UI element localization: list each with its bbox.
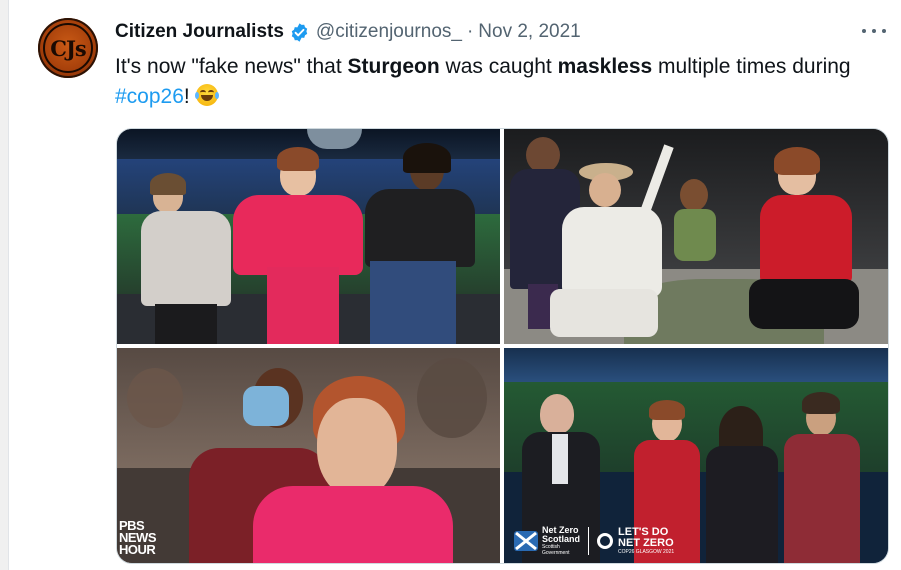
left-divider [8, 0, 9, 570]
tweet-text-segment: was caught [439, 55, 558, 78]
tweet-text-bold-maskless: maskless [557, 55, 653, 78]
pbs-logo-line-3: HOUR [119, 542, 156, 557]
saltire-flag-icon [514, 531, 538, 551]
cop26-glasgow-label: COP26 GLASGOW 2021 [618, 549, 675, 555]
photo-2[interactable] [504, 129, 888, 344]
handle[interactable]: @citizenjournos_ [316, 21, 462, 43]
tweet-text-bold-sturgeon: Sturgeon [347, 55, 440, 78]
face-with-tears-of-joy-icon [194, 84, 219, 106]
ring-icon [597, 533, 614, 549]
photo-3[interactable]: PBS NEWS HOUR [117, 348, 500, 563]
net-zero-scotland-line-2: Scotland [542, 534, 581, 544]
separator: · [466, 21, 474, 42]
tweet-date[interactable]: Nov 2, 2021 [478, 21, 580, 43]
net-zero-logo: Net Zero Scotland Scottish Government LE… [514, 526, 674, 556]
tweet-text: It's now "fake news" that Sturgeon was c… [115, 52, 875, 112]
tweet-text-segment: It's now "fake news" that [115, 55, 348, 78]
display-name[interactable]: Citizen Journalists [115, 21, 284, 43]
photo-1[interactable] [117, 129, 500, 344]
verified-badge-icon[interactable] [289, 22, 310, 43]
tweet-header: Citizen Journalists @citizenjournos_ · N… [115, 19, 581, 45]
media-grid: PBS NEWS HOUR Net Zero Scotland Scottish… [116, 128, 889, 564]
logo-divider [588, 527, 590, 555]
scottish-gov-line-2: Government [542, 550, 570, 556]
tweet-text-segment: multiple times during [652, 55, 851, 78]
photo-4[interactable]: Net Zero Scotland Scottish Government LE… [504, 348, 888, 563]
hashtag-link[interactable]: #cop26 [115, 85, 184, 108]
pbs-newshour-logo: PBS NEWS HOUR [119, 519, 157, 557]
avatar[interactable]: CJs [38, 18, 98, 78]
lets-do-line-2: NET ZERO [618, 537, 674, 549]
more-options-icon[interactable] [862, 22, 886, 40]
avatar-ring [43, 23, 93, 73]
tweet-text-segment: ! [183, 85, 196, 108]
